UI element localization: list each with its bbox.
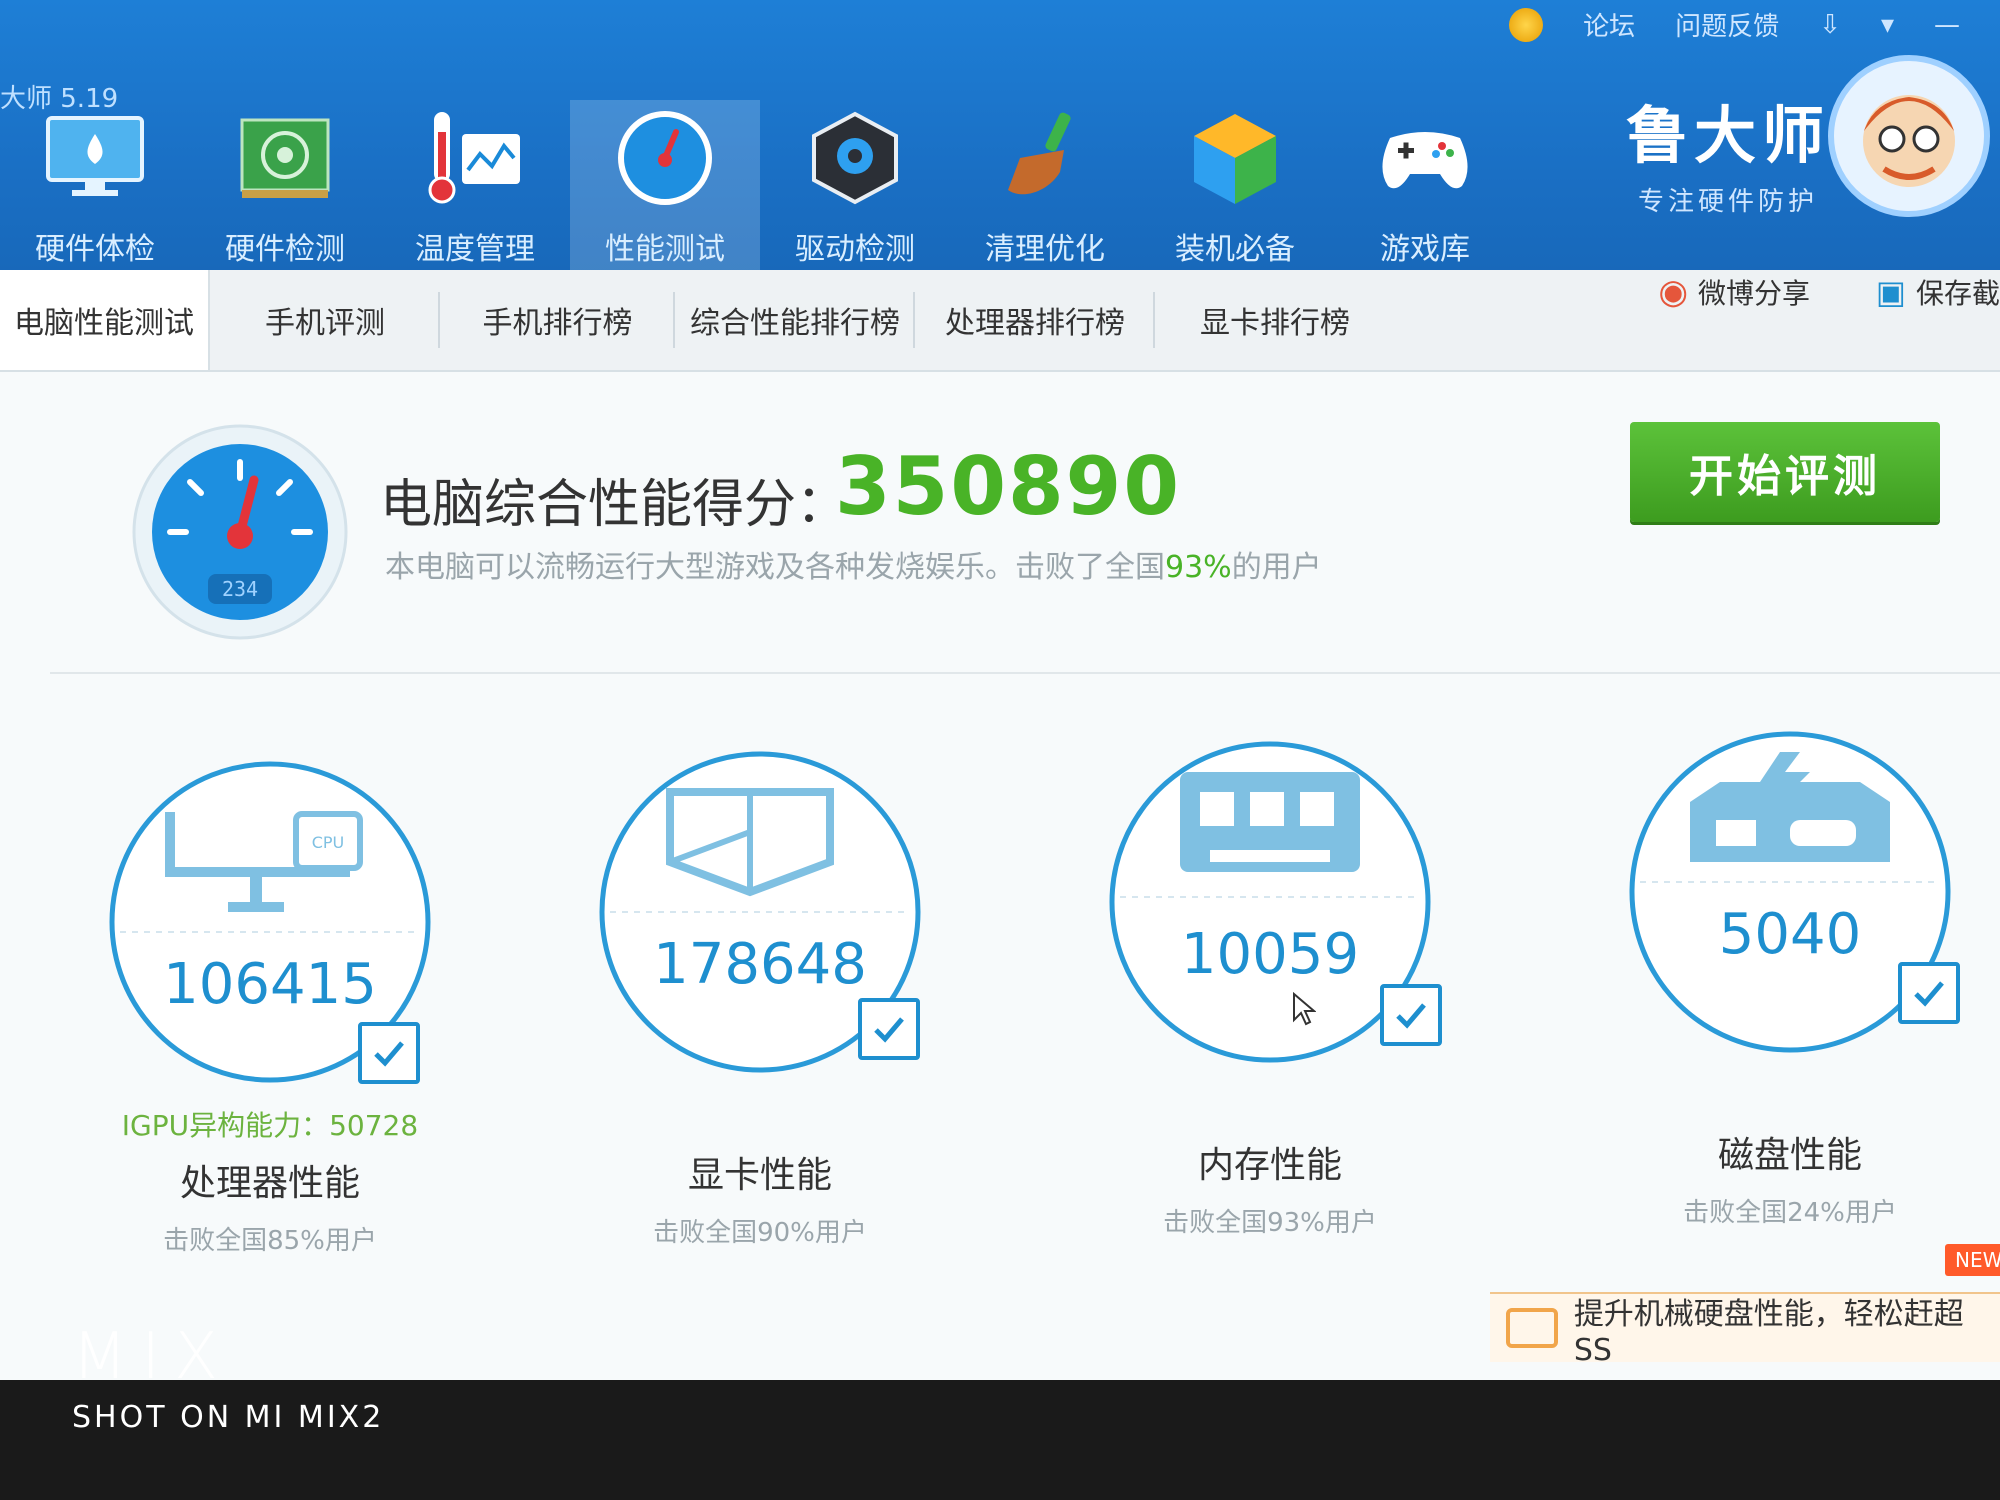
nav-label: 性能测试	[605, 232, 725, 267]
forum-link[interactable]: 论坛	[1583, 6, 1635, 43]
nav-label: 硬件体检	[35, 232, 155, 267]
mascot-avatar[interactable]	[1828, 55, 1990, 217]
weibo-icon: ◉	[1658, 272, 1688, 312]
metric-name: 磁盘性能	[1717, 1135, 1862, 1176]
nav-label: 装机必备	[1175, 232, 1295, 267]
metric-gpu: 178648 显卡性能 击败全国90%用户	[570, 742, 950, 1249]
main-nav: 硬件体检 硬件检测 温度管理 性能测试 驱动检测 清理优化 装机必备 游戏库	[0, 100, 1520, 290]
score-gauge-icon: 234	[132, 424, 348, 640]
thermometer-icon	[428, 112, 520, 204]
tab-cpu-ranking[interactable]: 处理器排行榜	[915, 270, 1155, 370]
nav-clean-optimize[interactable]: 清理优化	[950, 100, 1140, 290]
metric-beat: 击败全国85%用户	[163, 1226, 377, 1256]
menu-icon[interactable]: ▾	[1881, 10, 1894, 40]
cpu-chip-text: CPU	[312, 833, 345, 852]
app-window: 大师 5.19 论坛 问题反馈 ⇩ ▾ — 硬件体检 硬件检测 温度管理 性能测…	[0, 0, 2000, 1380]
metric-disk: 5040 磁盘性能 击败全国24%用户	[1600, 722, 1980, 1229]
metric-beat: 击败全国24%用户	[1683, 1198, 1897, 1228]
watermark-brand: MIX	[72, 1320, 232, 1394]
mouse-cursor-icon	[1293, 992, 1316, 1026]
metric-name: 内存性能	[1197, 1145, 1342, 1186]
hdd-icon	[1506, 1308, 1558, 1348]
check-icon	[1380, 984, 1442, 1046]
metric-cpu: CPU 106415 IGPU异构能力：50728 处理器性能 击败全国85%用…	[80, 752, 460, 1257]
broom-icon	[1008, 112, 1071, 195]
minimize-icon[interactable]: —	[1934, 10, 1960, 40]
medal-icon[interactable]	[1509, 7, 1544, 42]
metric-value: 10059	[1180, 922, 1360, 987]
performance-panel: 234 电脑综合性能得分： 350890 本电脑可以流畅运行大型游戏及各种发烧娱…	[0, 372, 2000, 1380]
metric-name: 显卡性能	[687, 1155, 832, 1196]
mascot-icon	[1863, 95, 1955, 187]
nav-label: 温度管理	[415, 232, 535, 267]
metric-value: 106415	[163, 952, 377, 1017]
igpu-score: IGPU异构能力：50728	[121, 1109, 419, 1142]
score-title: 电脑综合性能得分：	[380, 475, 849, 535]
score-desc-text: 本电脑可以流畅运行大型游戏及各种发烧娱乐。击败了全国	[385, 550, 1165, 585]
save-screenshot[interactable]: ▣ 保存截	[1876, 272, 2000, 312]
check-icon	[1898, 962, 1960, 1024]
score-desc-suffix: 的用户	[1231, 550, 1322, 585]
metric-beat: 击败全国93%用户	[1163, 1208, 1377, 1238]
start-benchmark-button[interactable]: 开始评测	[1630, 422, 1940, 522]
score-desc-percent: 93%	[1165, 550, 1232, 585]
brand-slogan: 专注硬件防护	[1637, 187, 1818, 217]
gamepad-icon	[1382, 132, 1468, 189]
top-bar: 大师 5.19 论坛 问题反馈 ⇩ ▾ — 硬件体检 硬件检测 温度管理 性能测…	[0, 0, 2000, 290]
divider	[50, 672, 2000, 674]
promo-banner[interactable]: 提升机械硬盘性能，轻松赶超SS	[1490, 1292, 2000, 1368]
feedback-link[interactable]: 问题反馈	[1675, 6, 1779, 43]
nav-label: 游戏库	[1380, 232, 1470, 267]
top-links: 论坛 问题反馈 ⇩ ▾ —	[1509, 6, 1960, 43]
tab-phone-review[interactable]: 手机评测	[210, 270, 440, 370]
nav-label: 清理优化	[985, 232, 1105, 267]
brand: 鲁大师 专注硬件防护	[1626, 85, 1830, 218]
nav-temperature[interactable]: 温度管理	[380, 100, 570, 290]
nav-game-library[interactable]: 游戏库	[1330, 100, 1520, 290]
speedometer-icon	[618, 111, 712, 205]
nav-performance-test[interactable]: 性能测试	[570, 100, 760, 290]
score-description: 本电脑可以流畅运行大型游戏及各种发烧娱乐。击败了全国93%的用户	[385, 542, 1322, 586]
driver-gear-icon	[812, 111, 898, 205]
promo-text: 提升机械硬盘性能，轻松赶超SS	[1573, 1296, 1964, 1368]
metric-value: 178648	[653, 932, 867, 997]
weibo-share[interactable]: ◉ 微博分享	[1658, 272, 1810, 312]
new-badge: NEW	[1945, 1244, 2000, 1276]
check-icon	[858, 998, 920, 1060]
nav-label: 驱动检测	[795, 232, 915, 267]
tab-phone-ranking[interactable]: 手机排行榜	[440, 270, 675, 370]
nav-driver-detect[interactable]: 驱动检测	[760, 100, 950, 290]
weibo-share-label: 微博分享	[1697, 277, 1810, 310]
download-icon[interactable]: ⇩	[1819, 10, 1841, 40]
circuit-board-icon	[240, 118, 330, 198]
cube-icon	[1194, 114, 1276, 204]
metric-value: 5040	[1718, 902, 1862, 967]
camera-watermark: MIX SHOT ON MI MIX2	[72, 1320, 384, 1435]
monitor-drop-icon	[46, 116, 144, 196]
tab-overall-ranking[interactable]: 综合性能排行榜	[675, 270, 915, 370]
metric-beat: 击败全国90%用户	[653, 1218, 867, 1248]
score-value: 350890	[835, 440, 1181, 533]
tab-pc-performance[interactable]: 电脑性能测试	[0, 270, 210, 370]
brand-name: 鲁大师	[1625, 99, 1830, 172]
watermark-shot: SHOT ON MI MIX2	[72, 1400, 385, 1435]
metric-memory: 10059 内存性能 击败全国93%用户	[1080, 732, 1460, 1239]
gauge-label: 234	[222, 577, 258, 601]
camera-icon: ▣	[1875, 273, 1906, 311]
tab-gpu-ranking[interactable]: 显卡排行榜	[1155, 270, 1395, 370]
nav-hardware-checkup[interactable]: 硬件体检	[0, 100, 190, 290]
check-icon	[358, 1022, 420, 1084]
save-screenshot-label: 保存截	[1915, 277, 2000, 310]
metric-name: 处理器性能	[179, 1163, 360, 1204]
nav-hardware-detect[interactable]: 硬件检测	[190, 100, 380, 290]
nav-must-have[interactable]: 装机必备	[1140, 100, 1330, 290]
nav-label: 硬件检测	[225, 232, 345, 267]
